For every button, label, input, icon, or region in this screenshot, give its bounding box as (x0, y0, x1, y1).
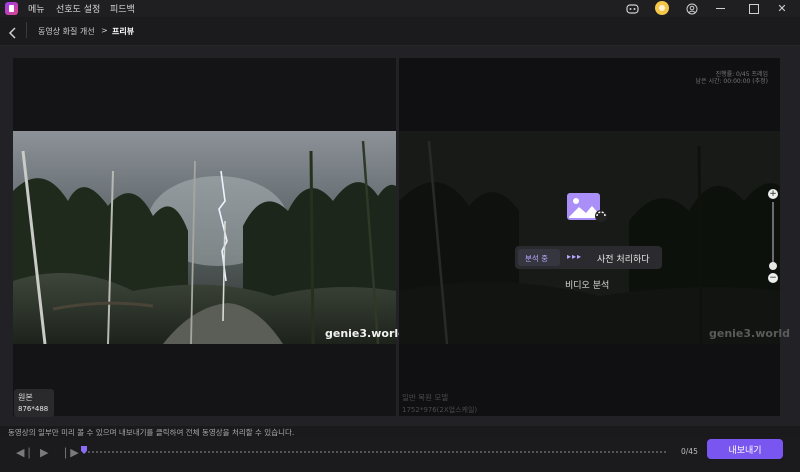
account-icon[interactable] (684, 1, 700, 16)
menu-item-menu[interactable]: 메뉴 (28, 2, 45, 15)
original-label: 원본 (18, 393, 33, 402)
remaining-time-info: 남은 시간: 00:00:00 (추정) (695, 78, 769, 85)
status-badge: 분석 중 (525, 254, 549, 263)
breadcrumb-current: 프리뷰 (112, 27, 135, 36)
original-label-box: 원본 876*488 (14, 389, 54, 417)
model-resolution: 1752*976(2X업스케일) (402, 406, 478, 414)
frame-counter: 0/45 (681, 447, 698, 456)
breadcrumb-separator: > (101, 26, 108, 35)
menu-item-feedback[interactable]: 피드백 (110, 2, 135, 15)
playback-bar (0, 438, 800, 472)
close-icon[interactable]: ✕ (774, 1, 790, 16)
stage-text: 사전 처리하다 (597, 255, 650, 265)
right-watermark: genie3.world (709, 327, 791, 340)
processed-video-frame (399, 131, 780, 344)
original-video-frame (13, 131, 396, 344)
play-icon[interactable]: ▶ (40, 446, 48, 459)
zoom-slider-handle[interactable] (769, 262, 777, 270)
zoom-slider-track[interactable] (772, 202, 774, 266)
progress-arrows-icon: ▸▸▸ (567, 252, 583, 261)
image-processing-icon (566, 192, 608, 224)
maximize-icon[interactable] (746, 1, 762, 16)
left-watermark: genie3.world (325, 327, 407, 340)
analysis-status-pill: 분석 중 ▸▸▸ 사전 처리하다 (515, 246, 662, 269)
zoom-in-button[interactable]: + (768, 189, 778, 199)
back-arrow-icon[interactable] (8, 24, 18, 39)
discord-icon[interactable] (624, 1, 640, 16)
next-frame-icon[interactable]: ❘▶ (61, 446, 79, 459)
minimize-icon[interactable] (712, 1, 728, 16)
divider (26, 22, 27, 38)
export-button[interactable]: 내보내기 (707, 439, 783, 459)
user-avatar[interactable] (655, 1, 669, 15)
model-label: 일반 복원 모델 (402, 393, 449, 402)
breadcrumb-parent[interactable]: 동영상 화질 개선 (38, 26, 95, 37)
menu-item-preferences[interactable]: 선호도 설정 (56, 2, 100, 15)
original-resolution: 876*488 (18, 405, 49, 413)
prev-frame-icon[interactable]: ◀❘ (16, 446, 34, 459)
menu-bar: 메뉴 선호도 설정 피드백 ✕ (0, 0, 800, 17)
timeline-track[interactable] (84, 451, 668, 453)
preview-hint: 동영상의 일부만 미리 볼 수 있으며 내보내기를 클릭하여 전체 동영상을 처… (8, 428, 295, 437)
app-logo-icon (5, 2, 18, 15)
zoom-out-button[interactable]: − (768, 273, 778, 283)
sub-status: 비디오 분석 (565, 281, 610, 291)
